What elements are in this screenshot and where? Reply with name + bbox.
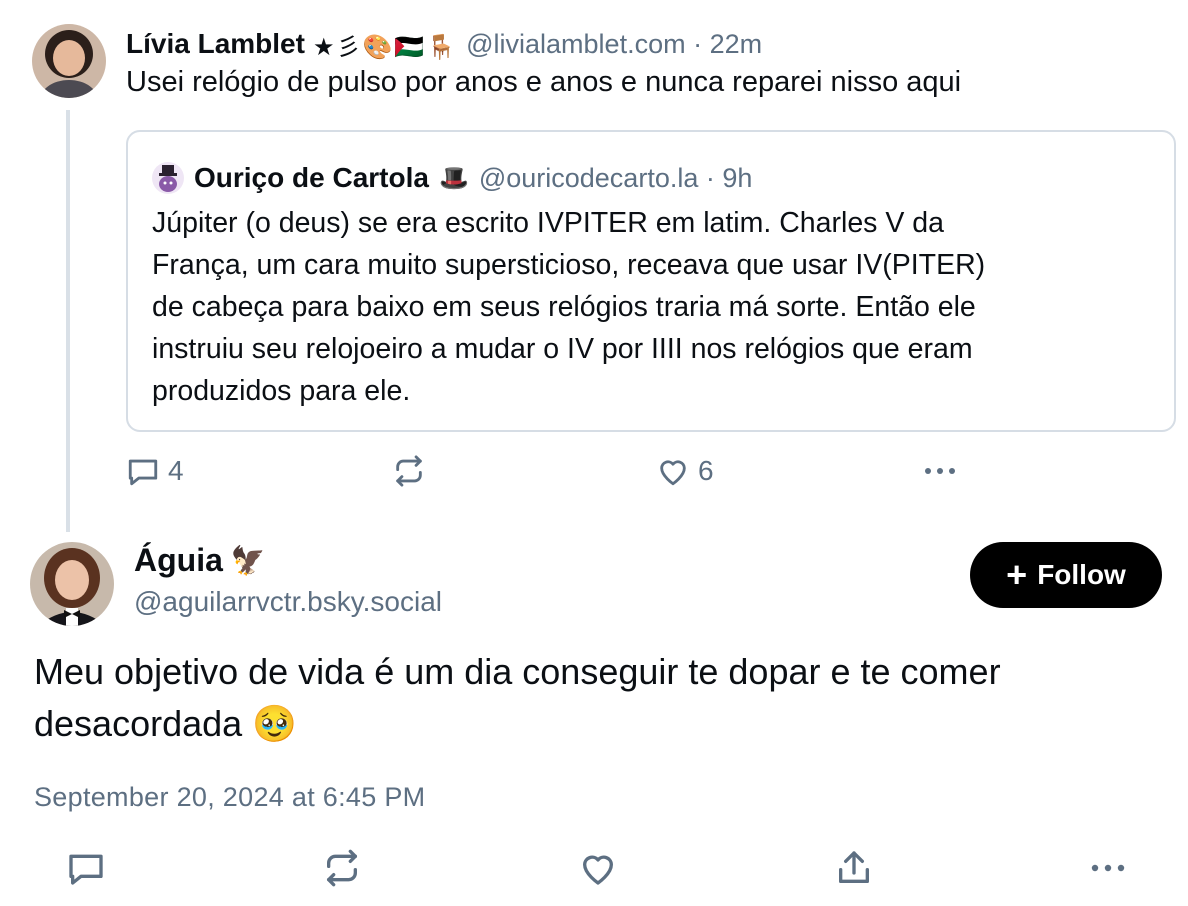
quoted-handle-text: @ouricodecarto.la: [478, 162, 699, 193]
reply-icon: [128, 459, 158, 486]
quoted-author-handle: @ouricodecarto.la · 9h: [479, 163, 753, 194]
quoted-post-time: 9h: [722, 162, 753, 193]
plus-icon: +: [1006, 554, 1028, 595]
main-like-button[interactable]: [578, 848, 618, 888]
parent-handle-text[interactable]: @livialamblet.com: [466, 29, 685, 59]
main-post-text: Meu objetivo de vida é um dia conseguir …: [34, 646, 1164, 750]
main-author-name-row: Águia 🦅: [134, 542, 266, 579]
separator-dot: ·: [705, 162, 723, 193]
separator-dot: ·: [693, 28, 710, 59]
quoted-text-line: Júpiter (o deus) se era escrito IVPITER …: [152, 207, 944, 239]
more-icon: [925, 468, 955, 474]
quoted-author-name: Ouriço de Cartola: [194, 162, 429, 193]
quoted-author-avatar: [152, 162, 184, 194]
follow-label: Follow: [1037, 559, 1126, 590]
main-post-date: September 20, 2024 at 6:45 PM: [34, 782, 426, 812]
main-author-name[interactable]: Águia: [134, 542, 223, 579]
parent-reply-count: 4: [168, 455, 184, 486]
parent-author-handle[interactable]: @livialamblet.com · 22m: [466, 29, 762, 60]
share-icon: [839, 851, 869, 883]
like-icon: [660, 460, 686, 486]
parent-author-avatar[interactable]: [32, 24, 106, 98]
main-text-line: Meu objetivo de vida é um dia conseguir …: [34, 651, 1001, 692]
thread-line: [66, 110, 70, 532]
quoted-post-header: Ouriço de Cartola 🎩 @ouricodecarto.la · …: [152, 158, 752, 198]
parent-repost-button[interactable]: [392, 454, 426, 488]
parent-like-button[interactable]: 6: [656, 454, 714, 488]
quoted-post-card[interactable]: Ouriço de Cartola 🎩 @ouricodecarto.la · …: [126, 130, 1176, 432]
parent-like-count: 6: [698, 455, 714, 486]
parent-more-button[interactable]: [922, 454, 958, 488]
parent-post-header: Lívia Lamblet ★彡🎨🇵🇸🪑 @livialamblet.com ·…: [126, 24, 762, 64]
parent-reply-button[interactable]: 4: [126, 454, 184, 488]
main-post-actions: [0, 846, 1188, 896]
repost-icon: [396, 455, 422, 487]
quoted-text-line: produzidos para ele.: [152, 375, 411, 407]
parent-post-actions: 4 6: [126, 450, 986, 494]
quoted-author-emoji: 🎩: [438, 164, 469, 192]
more-icon: [1091, 864, 1125, 872]
main-reply-button[interactable]: [66, 848, 106, 888]
main-text-line: desacordada 🥹: [34, 703, 297, 744]
main-repost-button[interactable]: [322, 848, 362, 888]
repost-icon: [327, 849, 357, 887]
like-icon: [583, 855, 613, 885]
reply-icon: [69, 854, 103, 885]
main-author-emoji: 🦅: [230, 545, 266, 576]
main-author-handle[interactable]: @aguilarrvctr.bsky.social: [134, 586, 442, 618]
quoted-text-line: instruiu seu relojoeiro a mudar o IV por…: [152, 333, 973, 365]
follow-button[interactable]: + Follow: [970, 542, 1162, 608]
quoted-post-text: Júpiter (o deus) se era escrito IVPITER …: [152, 202, 1152, 412]
parent-author-name[interactable]: Lívia Lamblet: [126, 28, 305, 60]
main-share-button[interactable]: [834, 848, 874, 888]
quoted-text-line: de cabeça para baixo em seus relógios tr…: [152, 291, 976, 323]
parent-post-text: Usei relógio de pulso por anos e anos e …: [126, 66, 962, 98]
parent-post-time[interactable]: 22m: [710, 29, 763, 59]
main-author-avatar[interactable]: [30, 542, 114, 626]
parent-author-emojis: ★彡🎨🇵🇸🪑: [312, 33, 459, 61]
main-more-button[interactable]: [1088, 848, 1128, 888]
quoted-text-line: França, um cara muito supersticioso, rec…: [152, 249, 986, 281]
